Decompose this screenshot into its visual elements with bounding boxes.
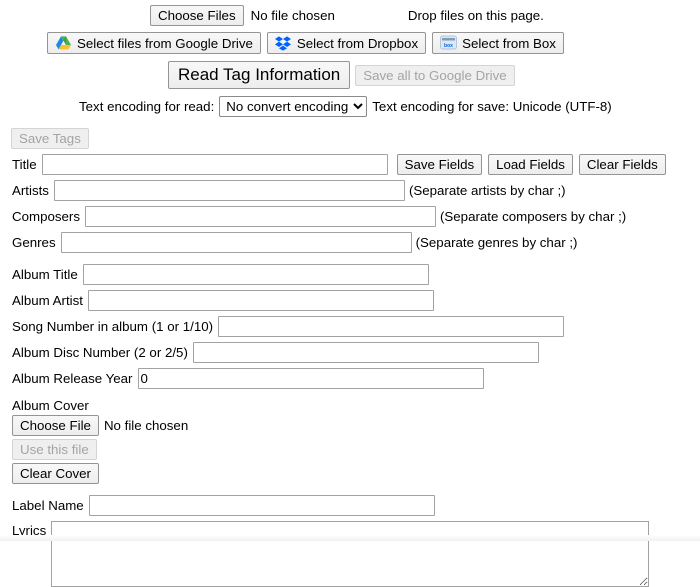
select-from-google-drive-label: Select files from Google Drive — [77, 35, 253, 51]
cloud-providers-row: Select files from Google Drive Select fr… — [0, 32, 700, 54]
svg-text:box: box — [444, 43, 453, 49]
artists-input[interactable] — [53, 180, 405, 201]
artists-label: Artists — [12, 183, 49, 198]
save-all-to-google-drive-button[interactable]: Save all to Google Drive — [355, 64, 515, 86]
lyrics-textarea[interactable] — [51, 521, 650, 587]
choose-files-status: No file chosen — [250, 8, 335, 23]
album-cover-heading: Album Cover — [12, 398, 89, 413]
title-row: Title Save Fields Load Fields Clear Fiel… — [0, 154, 700, 175]
label-name-label: Label Name — [12, 498, 84, 513]
disc-number-label: Album Disc Number (2 or 2/5) — [12, 345, 188, 360]
save-tags-button[interactable]: Save Tags — [11, 128, 89, 149]
composers-label: Composers — [12, 209, 80, 224]
genres-input[interactable] — [60, 232, 412, 253]
read-tag-information-button[interactable]: Read Tag Information — [168, 61, 351, 89]
lyrics-label: Lyrics — [12, 523, 47, 538]
dropbox-icon — [274, 35, 292, 51]
album-cover-file-status: No file chosen — [103, 418, 189, 433]
composers-row: Composers (Separate composers by char ;) — [0, 206, 700, 227]
load-fields-button[interactable]: Load Fields — [488, 154, 573, 175]
clear-cover-button[interactable]: Clear Cover — [12, 463, 99, 484]
choose-files-button[interactable]: Choose Files — [150, 5, 244, 26]
disc-number-row: Album Disc Number (2 or 2/5) — [0, 342, 700, 363]
album-artist-label: Album Artist — [12, 293, 83, 308]
artists-hint: (Separate artists by char ;) — [408, 183, 566, 198]
song-number-row: Song Number in album (1 or 1/10) — [0, 316, 700, 337]
disc-number-input[interactable] — [192, 342, 539, 363]
select-from-box-button[interactable]: box Select from Box — [432, 32, 564, 54]
text-encoding-save-label: Text encoding for save: Unicode (UTF-8) — [372, 99, 612, 114]
text-encoding-read-select[interactable]: No convert encoding — [219, 96, 368, 117]
genres-hint: (Separate genres by char ;) — [415, 235, 578, 250]
box-icon: box — [440, 35, 457, 51]
use-this-file-button[interactable]: Use this file — [12, 439, 97, 460]
use-this-file-row: Use this file — [12, 439, 700, 460]
clear-cover-row: Clear Cover — [12, 463, 700, 484]
album-title-label: Album Title — [12, 267, 78, 282]
title-label: Title — [12, 157, 37, 172]
select-from-dropbox-label: Select from Dropbox — [296, 35, 419, 51]
select-from-box-label: Select from Box — [462, 35, 556, 51]
label-name-input[interactable] — [88, 495, 435, 516]
file-input-row: Choose Files No file chosen Drop files o… — [0, 0, 700, 26]
album-cover-file-line: Choose File No file chosen — [12, 415, 700, 436]
artists-row: Artists (Separate artists by char ;) — [0, 180, 700, 201]
genres-row: Genres (Separate genres by char ;) — [0, 232, 700, 253]
lyrics-row: Lyrics — [0, 521, 700, 587]
save-fields-button[interactable]: Save Fields — [396, 154, 483, 175]
read-actions-row: Read Tag Information Save all to Google … — [0, 61, 700, 89]
choose-cover-file-button[interactable]: Choose File — [12, 415, 99, 436]
release-year-row: Album Release Year — [0, 368, 700, 389]
composers-input[interactable] — [84, 206, 436, 227]
drop-files-message: Drop files on this page. — [407, 8, 544, 23]
album-artist-input[interactable] — [87, 290, 434, 311]
song-number-input[interactable] — [218, 316, 565, 337]
album-title-input[interactable] — [82, 264, 429, 285]
save-tags-row: Save Tags — [0, 128, 700, 149]
release-year-label: Album Release Year — [12, 371, 133, 386]
release-year-input[interactable] — [137, 368, 484, 389]
text-encoding-read-label: Text encoding for read: — [79, 99, 215, 114]
text-encoding-row: Text encoding for read: No convert encod… — [0, 96, 700, 117]
album-cover-block: Album Cover Choose File No file chosen U… — [0, 398, 700, 484]
field-buttons-group: Save Fields Load Fields Clear Fields — [396, 154, 666, 175]
album-artist-row: Album Artist — [0, 290, 700, 311]
album-title-row: Album Title — [0, 264, 700, 285]
genres-label: Genres — [12, 235, 56, 250]
song-number-label: Song Number in album (1 or 1/10) — [12, 319, 214, 334]
select-from-google-drive-button[interactable]: Select files from Google Drive — [47, 32, 261, 54]
composers-hint: (Separate composers by char ;) — [439, 209, 627, 224]
label-name-row: Label Name — [0, 495, 700, 516]
select-from-dropbox-button[interactable]: Select from Dropbox — [266, 32, 427, 54]
google-drive-icon — [55, 35, 72, 51]
title-input[interactable] — [41, 154, 388, 175]
clear-fields-button[interactable]: Clear Fields — [578, 154, 666, 175]
